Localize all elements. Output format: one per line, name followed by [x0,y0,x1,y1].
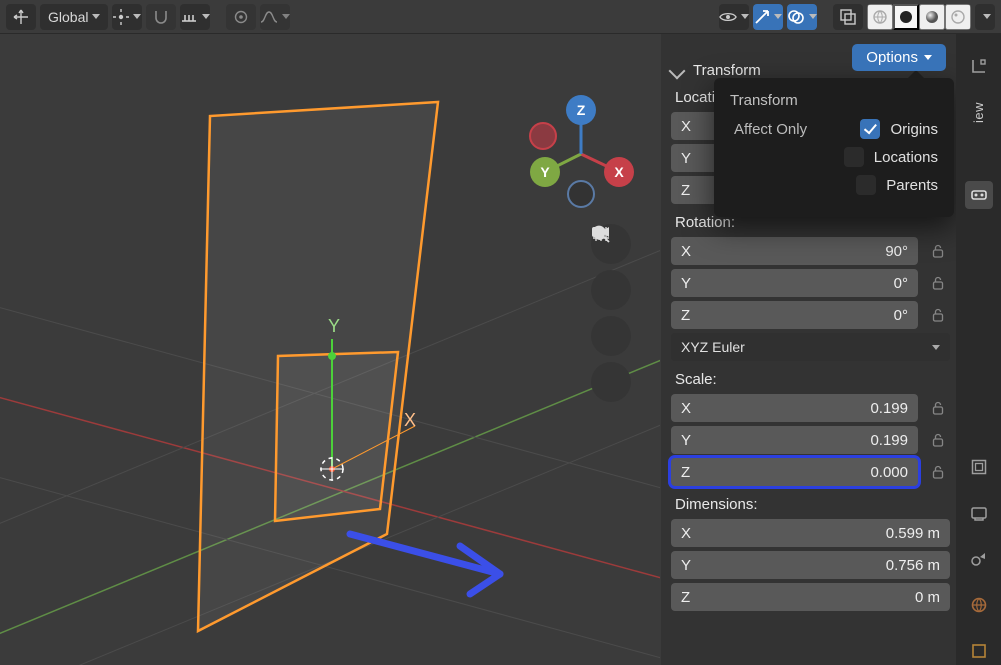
overlay-toggle[interactable] [787,4,817,30]
annotation-arrow [350,534,500,594]
xray-toggle[interactable] [833,4,863,30]
navigation-gizmo[interactable]: X Y Z [521,94,641,214]
pivot-dropdown[interactable] [112,4,142,30]
dimensions-y-field[interactable]: Y0.756 m [671,551,950,579]
lock-icon[interactable] [926,428,950,452]
shading-wireframe[interactable] [867,4,893,30]
viewport-tool-buttons [591,224,631,402]
gizmo-toggle[interactable] [753,4,783,30]
camera-view-button[interactable] [591,316,631,356]
shading-solid[interactable] [893,4,919,30]
svg-text:Y: Y [328,316,340,336]
scale-label: Scale: [675,371,950,388]
options-popover: Transform Affect Only Origins Locations … [714,78,954,217]
transform-orientation-icon[interactable] [6,4,36,30]
shading-material[interactable] [919,4,945,30]
output-props-icon[interactable] [965,499,993,527]
shading-mode-group [867,4,971,30]
transform-panel: Options Transform Location: X Y Z Rotati… [661,34,956,665]
orientation-label: Global [48,9,88,25]
rotation-z-field[interactable]: Z0° [671,301,918,329]
selected-plane-small [275,352,398,521]
parents-checkbox[interactable] [856,175,876,195]
snap-toggle[interactable] [146,4,176,30]
world-props-icon[interactable] [965,591,993,619]
rotation-mode-dropdown[interactable]: XYZ Euler [671,333,950,361]
3d-viewport[interactable]: Y X X Y Z [0,34,661,665]
pan-button[interactable] [591,270,631,310]
lock-icon[interactable] [926,303,950,327]
lock-icon[interactable] [926,396,950,420]
object-props-icon[interactable] [965,637,993,665]
shading-rendered[interactable] [945,4,971,30]
top-toolbar: Global [0,0,1001,34]
ortho-toggle-button[interactable] [591,362,631,402]
options-button[interactable]: Options [852,44,946,71]
lock-icon[interactable] [926,271,950,295]
scale-y-field[interactable]: Y0.199 [671,426,918,454]
snap-mode-dropdown[interactable] [180,4,210,30]
tool-props-icon[interactable] [965,181,993,209]
view-tab[interactable]: iew [969,98,988,127]
corner-widget-icon[interactable] [965,52,993,80]
dimensions-x-field[interactable]: X0.599 m [671,519,950,547]
chevron-down-icon [932,345,940,350]
scale-x-field[interactable]: X0.199 [671,394,918,422]
lock-icon[interactable] [926,239,950,263]
lock-icon[interactable] [926,460,950,484]
dimensions-z-field[interactable]: Z0 m [671,583,950,611]
svg-text:X: X [404,410,416,430]
rotation-x-field[interactable]: X90° [671,237,918,265]
svg-text:Z: Z [577,102,586,118]
svg-text:Y: Y [540,164,550,180]
locations-label: Locations [874,149,938,166]
proportional-edit-toggle[interactable] [226,4,256,30]
render-props-icon[interactable] [965,453,993,481]
properties-rail: iew [956,34,1001,665]
origins-label: Origins [890,121,938,138]
rotation-y-field[interactable]: Y0° [671,269,918,297]
object-visibility-dropdown[interactable] [719,4,749,30]
scene-props-icon[interactable] [965,545,993,573]
origins-checkbox[interactable] [860,119,880,139]
proportional-falloff-dropdown[interactable] [260,4,290,30]
shading-options-dropdown[interactable] [975,4,995,30]
svg-text:X: X [614,164,624,180]
scale-z-field[interactable]: Z0.000 [671,458,918,486]
dimensions-label: Dimensions: [675,496,950,513]
parents-label: Parents [886,177,938,194]
orientation-dropdown[interactable]: Global [40,4,108,30]
locations-checkbox[interactable] [844,147,864,167]
popover-title: Transform [730,92,938,109]
affect-only-label: Affect Only [730,121,807,138]
